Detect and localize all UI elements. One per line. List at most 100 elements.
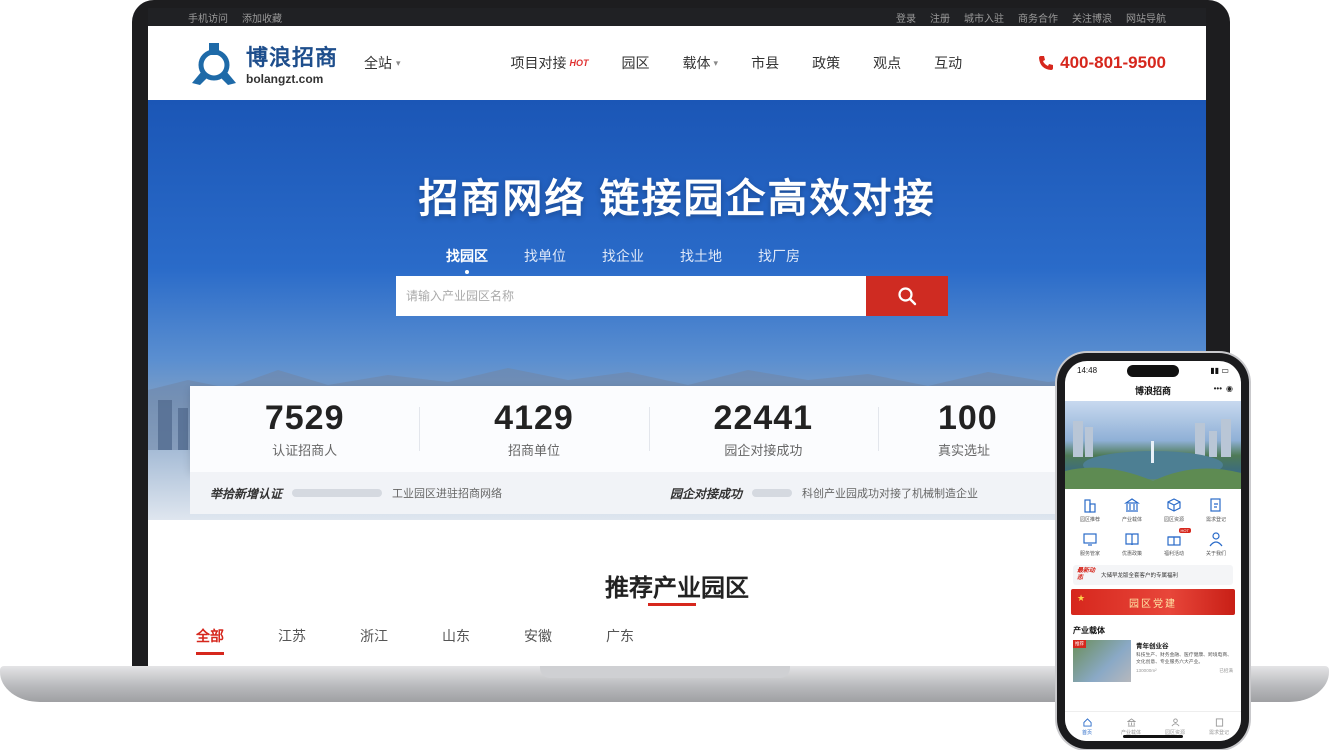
title-underline bbox=[648, 603, 696, 606]
nav-item-carriers[interactable]: 载体 ▾ bbox=[683, 53, 719, 73]
stat-units: 4129 招商单位 bbox=[419, 399, 648, 459]
ticker-redacted bbox=[292, 489, 383, 497]
hot-badge: HOT bbox=[1178, 528, 1191, 533]
util-follow-link[interactable]: 关注博浪 bbox=[1072, 10, 1112, 25]
hotline-number: 400-801-9500 bbox=[1060, 53, 1166, 72]
park-banner-image[interactable] bbox=[1065, 401, 1241, 489]
search-input[interactable] bbox=[396, 276, 866, 316]
grid-label: 优惠政策 bbox=[1121, 551, 1142, 557]
tab-find-park[interactable]: 找园区 bbox=[446, 246, 488, 266]
carrier-title: 青年创业谷 bbox=[1136, 643, 1169, 650]
home-icon bbox=[1082, 717, 1092, 727]
grid-item-carrier[interactable]: 产业载体 bbox=[1111, 497, 1153, 523]
nav-item-projects[interactable]: 项目对接 HOT bbox=[511, 53, 589, 73]
building-icon bbox=[1084, 499, 1096, 513]
main-nav: 项目对接 HOT 园区 载体 ▾ 市县 政策 观点 互动 bbox=[511, 53, 996, 73]
edit-icon bbox=[1210, 498, 1221, 512]
nav-item-label: 项目对接 bbox=[510, 55, 567, 71]
grid-item-policy[interactable]: 优惠政策 bbox=[1111, 531, 1153, 557]
ticker-head: 举拾新增认证 bbox=[210, 486, 283, 501]
ticker-head: 园企对接成功 bbox=[670, 486, 743, 501]
tab-demand[interactable]: 需求登记 bbox=[1197, 712, 1241, 741]
util-mobile-link[interactable]: 手机访问 bbox=[188, 10, 228, 25]
util-cooperation-link[interactable]: 商务合作 bbox=[1018, 10, 1058, 25]
news-strip[interactable]: 最新动态 大储早龙版全套客户的专属福利 bbox=[1073, 565, 1233, 585]
ticker-text: 工业园区进驻招商网络 bbox=[392, 488, 503, 500]
region-tabs: 全部 江苏 浙江 山东 安徽 广东 bbox=[196, 626, 634, 655]
tab-find-land[interactable]: 找土地 bbox=[680, 246, 722, 266]
site-logo[interactable]: 博浪招商 bolangzt.com bbox=[190, 40, 338, 86]
nav-item-interact[interactable]: 互动 bbox=[934, 53, 962, 73]
nav-item-label: 观点 bbox=[873, 55, 902, 71]
signal-battery-icon: ▮▮ ▭ bbox=[1210, 365, 1229, 375]
park-photo bbox=[1065, 419, 1241, 489]
tab-find-unit[interactable]: 找单位 bbox=[524, 246, 566, 266]
nav-item-policy[interactable]: 政策 bbox=[812, 53, 840, 73]
tab-find-enterprise[interactable]: 找企业 bbox=[602, 246, 644, 266]
ticker-item[interactable]: 园企对接成功 科创产业园成功对接了机械制造企业 bbox=[650, 485, 1110, 502]
miniapp-title: 博浪招商 bbox=[1134, 385, 1171, 396]
region-tab-guangdong[interactable]: 广东 bbox=[606, 626, 634, 655]
recommend-badge: 推荐 bbox=[1073, 640, 1086, 648]
tab-home[interactable]: 首页 bbox=[1065, 712, 1109, 741]
nav-item-views[interactable]: 观点 bbox=[873, 53, 901, 73]
grid-item-demand[interactable]: 需求登记 bbox=[1195, 497, 1237, 523]
search-box bbox=[396, 276, 948, 316]
util-city-link[interactable]: 城市入驻 bbox=[964, 10, 1004, 25]
grid-label: 服务管家 bbox=[1079, 551, 1100, 557]
phone-screen: 14:48 ▮▮ ▭ 博浪招商 ••• ◉ 园区推荐 产业载体 园区资源 需求登… bbox=[1065, 361, 1241, 741]
region-tab-jiangsu[interactable]: 江苏 bbox=[278, 626, 306, 655]
grid-item-about[interactable]: 关于我们 bbox=[1195, 531, 1237, 557]
gift-icon bbox=[1167, 536, 1181, 546]
tab-label: 首页 bbox=[1081, 729, 1092, 736]
grid-label: 福利活动 bbox=[1163, 551, 1184, 557]
logo-domain: bolangzt.com bbox=[246, 72, 324, 86]
stats-bar: 7529 认证招商人 4129 招商单位 22441 园企对接成功 100 真实… bbox=[190, 386, 1110, 472]
bank-icon bbox=[1126, 717, 1136, 727]
tab-find-factory[interactable]: 找厂房 bbox=[758, 246, 800, 266]
region-tab-zhejiang[interactable]: 浙江 bbox=[360, 626, 388, 655]
util-register-link[interactable]: 注册 bbox=[930, 10, 950, 25]
monitor-icon bbox=[1083, 533, 1097, 546]
grid-item-service[interactable]: 服务管家 bbox=[1069, 531, 1111, 557]
utility-bar: 手机访问 添加收藏 登录 注册 城市入驻 商务合作 关注博浪 网站导航 bbox=[148, 8, 1206, 26]
site-scope-select[interactable]: 全站 ▾ bbox=[364, 53, 401, 73]
book-icon bbox=[1125, 533, 1139, 546]
close-target-icon[interactable]: ◉ bbox=[1226, 384, 1233, 393]
section-title: 推荐产业园区 bbox=[605, 575, 749, 602]
news-text: 大储早龙版全套客户的专属福利 bbox=[1101, 573, 1179, 579]
star-icon: ★ bbox=[1077, 593, 1088, 603]
nav-item-parks[interactable]: 园区 bbox=[622, 53, 650, 73]
feature-grid: 园区推荐 产业载体 园区资源 需求登记 服务管家 优惠政策 HOT 福利活动 关… bbox=[1065, 489, 1241, 561]
search-tabs: 找园区 找单位 找企业 找土地 找厂房 bbox=[446, 246, 800, 266]
people-icon bbox=[1209, 532, 1223, 547]
grid-item-park-recommend[interactable]: 园区推荐 bbox=[1069, 497, 1111, 523]
region-tab-anhui[interactable]: 安徽 bbox=[524, 626, 552, 655]
carrier-photo: 推荐 bbox=[1073, 640, 1131, 682]
miniapp-header: 博浪招商 ••• ◉ bbox=[1065, 379, 1241, 401]
grid-item-activity[interactable]: HOT 福利活动 bbox=[1153, 528, 1195, 557]
grid-label: 园区推荐 bbox=[1079, 517, 1100, 523]
party-banner-label: 园区党建 bbox=[1129, 598, 1177, 610]
region-tab-shandong[interactable]: 山东 bbox=[442, 626, 470, 655]
bank-icon bbox=[1124, 498, 1140, 512]
region-tab-all[interactable]: 全部 bbox=[196, 626, 224, 655]
chevron-down-icon: ▾ bbox=[713, 57, 719, 68]
util-sitemap-link[interactable]: 网站导航 bbox=[1126, 10, 1166, 25]
carrier-card[interactable]: 推荐 青年创业谷 科技生产、财务金融、医疗健康、跨境电商、文化创意、专业服务六大… bbox=[1065, 640, 1241, 682]
more-icon[interactable]: ••• bbox=[1214, 384, 1222, 393]
ticker-item[interactable]: 举拾新增认证 工业园区进驻招商网络 bbox=[190, 485, 650, 502]
tab-label: 需求登记 bbox=[1208, 729, 1229, 736]
search-button[interactable] bbox=[866, 276, 948, 316]
section-heading: 产业载体 bbox=[1073, 626, 1105, 635]
nav-item-cities[interactable]: 市县 bbox=[751, 53, 779, 73]
ticker-text: 科创产业园成功对接了机械制造企业 bbox=[802, 488, 979, 500]
grid-item-resources[interactable]: 园区资源 bbox=[1153, 497, 1195, 523]
hotline[interactable]: 400-801-9500 bbox=[1038, 53, 1166, 73]
site-scope-label: 全站 bbox=[364, 55, 393, 71]
util-login-link[interactable]: 登录 bbox=[896, 10, 916, 25]
stat-matches: 22441 园企对接成功 bbox=[648, 399, 878, 459]
party-building-banner[interactable]: ★ 园区党建 bbox=[1071, 589, 1235, 615]
util-favorite-link[interactable]: 添加收藏 bbox=[242, 10, 282, 25]
nav-item-label: 载体 bbox=[682, 55, 711, 71]
